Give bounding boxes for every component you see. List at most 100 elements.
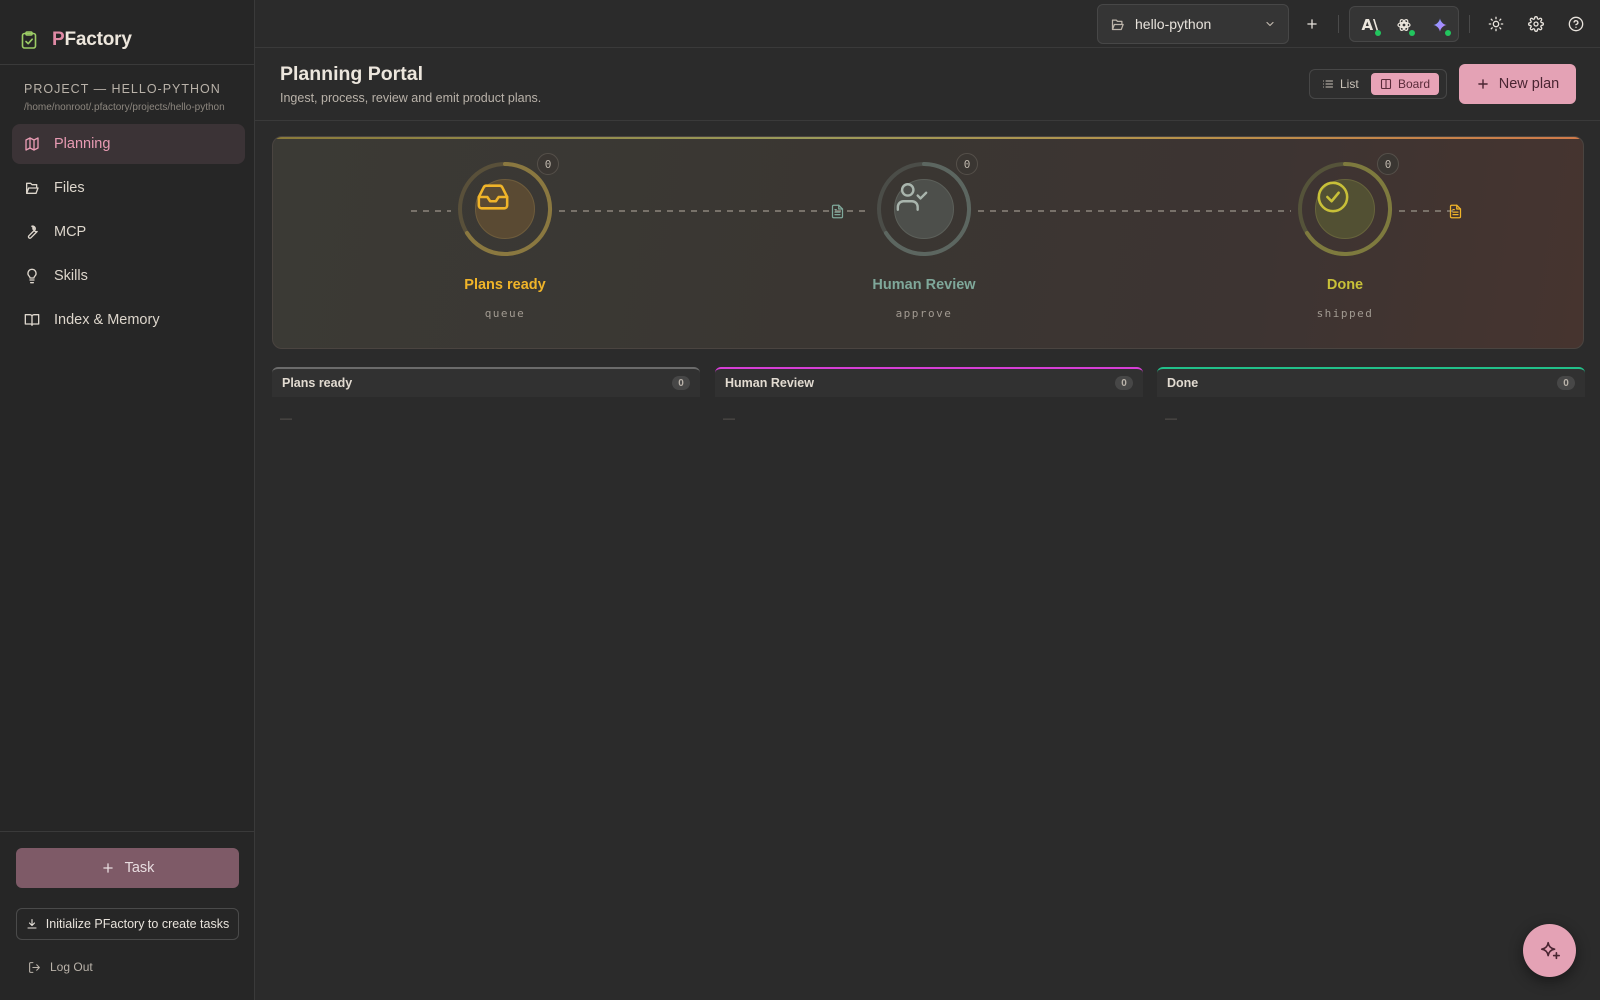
view-list-label: List xyxy=(1340,77,1359,91)
logout-label: Log Out xyxy=(50,960,93,974)
file-text-icon xyxy=(1446,202,1464,220)
log-out-icon xyxy=(29,961,40,973)
status-dot xyxy=(1445,30,1451,36)
clipboard-check-icon xyxy=(20,31,38,49)
plus-icon xyxy=(1307,19,1317,29)
column-count: 0 xyxy=(672,376,690,390)
stage-plans-ready[interactable]: 0 Plans ready queue xyxy=(405,153,605,320)
task-button-label: Task xyxy=(124,860,155,876)
stage-name: Done xyxy=(1326,277,1364,293)
sidebar-item-label: MCP xyxy=(54,224,87,240)
initialize-button[interactable]: Initialize PFactory to create tasks xyxy=(16,908,239,940)
column-title: Plans ready xyxy=(282,376,353,390)
view-board-button[interactable]: Board xyxy=(1371,73,1440,95)
sidebar-item-planning[interactable]: Planning xyxy=(12,124,245,164)
ai-assistant-button[interactable] xyxy=(1523,924,1576,977)
sidebar-nav: Planning Files MCP Skills Index & Memory xyxy=(12,124,245,344)
download-icon xyxy=(27,918,37,929)
sidebar-item-label: Files xyxy=(54,180,85,196)
stage-name: Plans ready xyxy=(464,277,546,293)
stage-sub: queue xyxy=(484,307,526,320)
sidebar-item-skills[interactable]: Skills xyxy=(12,256,245,296)
stage-done[interactable]: 0 Done shipped xyxy=(1245,153,1445,320)
column-empty-state: — xyxy=(280,411,292,425)
view-board-label: Board xyxy=(1398,77,1431,91)
status-dot xyxy=(1375,30,1381,36)
sidebar-item-label: Skills xyxy=(54,268,88,284)
new-plan-button[interactable]: New plan xyxy=(1459,64,1576,104)
board-column-done: Done 0 — xyxy=(1157,367,1585,425)
columns-icon xyxy=(1380,78,1392,90)
agent-openai[interactable] xyxy=(1390,11,1418,39)
help-button[interactable] xyxy=(1562,10,1590,38)
add-project-button[interactable] xyxy=(1298,10,1326,38)
list-icon xyxy=(1322,80,1334,88)
lightbulb-icon xyxy=(27,268,37,284)
divider xyxy=(0,831,255,832)
stage-count: 0 xyxy=(1377,153,1399,175)
divider xyxy=(0,64,255,65)
divider xyxy=(1338,15,1339,33)
sun-icon xyxy=(1488,16,1504,32)
stage-icon-wrap xyxy=(894,179,954,239)
column-empty-state: — xyxy=(723,411,735,425)
topbar: hello-python A\ xyxy=(255,0,1600,48)
check-circle-icon xyxy=(1317,181,1349,213)
sidebar-item-label: Planning xyxy=(54,136,111,152)
stage-name: Human Review xyxy=(872,277,976,293)
pipeline-overview: 0 Plans ready queue 0 Human Review appro… xyxy=(272,136,1584,349)
stage-ring: 0 xyxy=(457,153,559,257)
help-circle-icon xyxy=(1568,16,1584,32)
column-title: Done xyxy=(1167,376,1199,390)
column-title: Human Review xyxy=(725,376,814,390)
column-header[interactable]: Human Review 0 xyxy=(715,367,1143,397)
view-toggle: List Board xyxy=(1309,69,1447,99)
stage-ring: 0 xyxy=(1297,153,1399,257)
project-select[interactable]: hello-python xyxy=(1097,4,1289,44)
stage-icon-wrap xyxy=(475,179,535,239)
initialize-button-label: Initialize PFactory to create tasks xyxy=(45,917,230,931)
page-title: Planning Portal xyxy=(280,63,424,85)
stage-icon-wrap xyxy=(1315,179,1375,239)
plus-icon xyxy=(1477,79,1488,89)
logout-button[interactable]: Log Out xyxy=(28,960,93,974)
map-icon xyxy=(25,137,39,151)
sparkles-icon xyxy=(1540,941,1560,959)
project-path: /home/nonroot/.pfactory/projects/hello-p… xyxy=(24,102,225,113)
column-empty-state: — xyxy=(1165,411,1177,425)
stage-ring: 0 xyxy=(876,153,978,257)
column-header[interactable]: Done 0 xyxy=(1157,367,1585,397)
view-list-button[interactable]: List xyxy=(1313,73,1368,95)
new-task-button[interactable]: Task xyxy=(16,848,239,888)
stage-count: 0 xyxy=(537,153,559,175)
folder-icon xyxy=(1111,19,1124,30)
agent-anthropic[interactable]: A\ xyxy=(1356,11,1384,39)
column-count: 0 xyxy=(1115,376,1133,390)
board-column-plans-ready: Plans ready 0 — xyxy=(272,367,700,425)
page-subtitle: Ingest, process, review and emit product… xyxy=(280,91,542,105)
sidebar-item-mcp[interactable]: MCP xyxy=(12,212,245,252)
settings-button[interactable] xyxy=(1522,10,1550,38)
sidebar-item-files[interactable]: Files xyxy=(12,168,245,208)
brand[interactable]: PFactory xyxy=(20,28,132,52)
sidebar-item-index-memory[interactable]: Index & Memory xyxy=(12,300,245,340)
agent-status-group: A\ xyxy=(1349,6,1459,42)
user-check-icon xyxy=(896,183,928,211)
gear-icon xyxy=(1528,16,1544,32)
stage-count: 0 xyxy=(956,153,978,175)
column-header[interactable]: Plans ready 0 xyxy=(272,367,700,397)
brand-name: PFactory xyxy=(52,29,132,50)
plus-icon xyxy=(102,863,113,873)
stage-sub: shipped xyxy=(1316,307,1374,320)
agent-gemini[interactable] xyxy=(1426,11,1454,39)
theme-toggle-button[interactable] xyxy=(1482,10,1510,38)
stage-sub: approve xyxy=(895,307,953,320)
wrench-icon xyxy=(27,225,38,239)
sidebar-item-label: Index & Memory xyxy=(54,312,160,328)
column-count: 0 xyxy=(1557,376,1575,390)
stage-human-review[interactable]: 0 Human Review approve xyxy=(824,153,1024,320)
board-column-human-review: Human Review 0 — xyxy=(715,367,1143,425)
project-label: PROJECT — HELLO-PYTHON xyxy=(24,82,221,96)
book-open-icon xyxy=(24,314,40,326)
project-select-value: hello-python xyxy=(1135,16,1212,32)
